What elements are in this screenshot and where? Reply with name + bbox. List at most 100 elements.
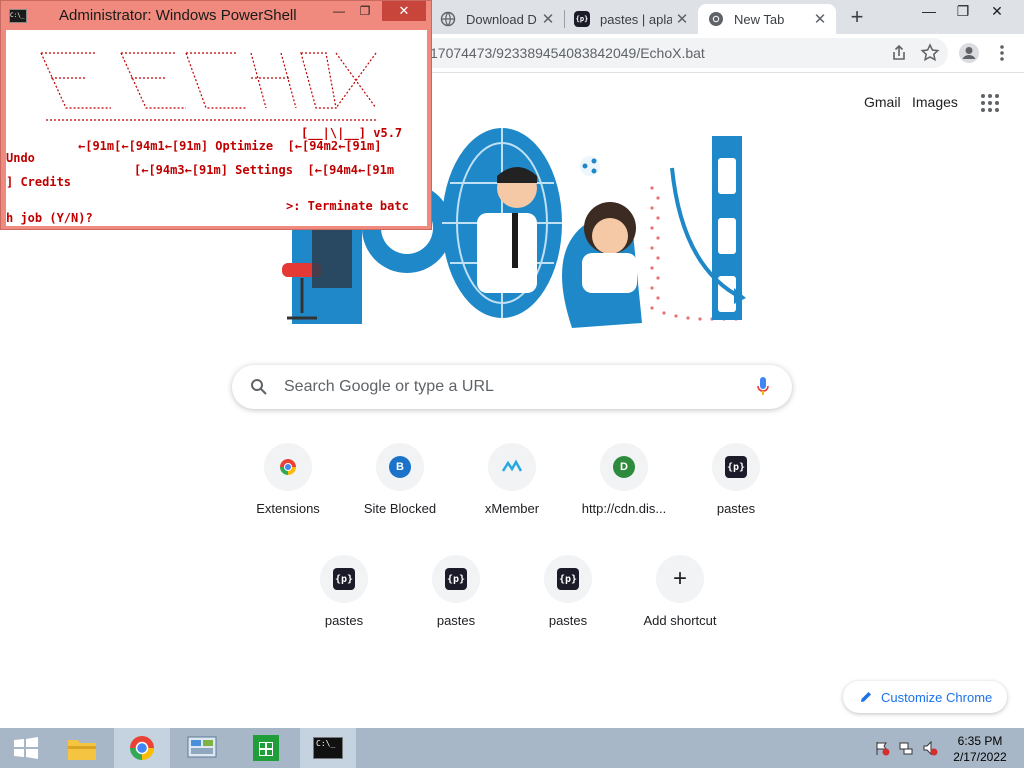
- shortcut-icon-bg: {p}: [320, 555, 368, 603]
- console-line: h job (Y/N)?: [6, 211, 93, 225]
- gmail-link[interactable]: Gmail: [864, 94, 901, 110]
- ps-maximize-button[interactable]: ❐: [352, 1, 378, 21]
- tab-pastes[interactable]: {p} pastes | aplas ✕: [564, 4, 698, 34]
- search-box[interactable]: Search Google or type a URL: [232, 365, 792, 409]
- shortcut-pastes[interactable]: {p} pastes: [400, 555, 512, 667]
- tab-download[interactable]: Download D ✕: [430, 4, 564, 34]
- volume-muted-icon[interactable]: [922, 740, 938, 756]
- control-panel-icon: [187, 736, 217, 758]
- xmember-icon: [501, 459, 523, 472]
- shortcut-xmember[interactable]: xMember: [456, 443, 568, 555]
- shortcut-icon-bg: [264, 443, 312, 491]
- shortcut-pastes[interactable]: {p} pastes: [512, 555, 624, 667]
- ps-minimize-button[interactable]: —: [326, 1, 352, 21]
- letter-d-icon: D: [613, 456, 635, 478]
- tab-new-tab[interactable]: New Tab ✕: [698, 4, 836, 34]
- powershell-icon: C:\_: [9, 9, 27, 23]
- action-center-flag-icon[interactable]: [874, 740, 890, 756]
- taskbar: C:\_ 6:35 PM 2/17/2022: [0, 728, 1024, 768]
- clock-date[interactable]: 2/17/2022: [940, 750, 1020, 764]
- chrome-icon: [709, 12, 723, 26]
- tab-title: New Tab: [734, 11, 785, 27]
- console-line: >: Terminate batc: [286, 199, 409, 213]
- pastes-icon: {p}: [574, 11, 590, 27]
- windows-logo-icon: [14, 737, 38, 759]
- shortcut-pastes[interactable]: {p} pastes: [288, 555, 400, 667]
- powershell-window[interactable]: C:\_ Administrator: Windows PowerShell —…: [0, 0, 432, 230]
- pastes-icon: {p}: [725, 456, 747, 478]
- chrome-taskbar-button[interactable]: [114, 728, 170, 768]
- tab-title: pastes | aplas: [600, 11, 672, 27]
- store-button[interactable]: [238, 728, 294, 768]
- start-button[interactable]: [0, 728, 52, 768]
- pencil-icon: [861, 692, 871, 702]
- profile-icon[interactable]: [958, 42, 980, 64]
- close-tab-icon[interactable]: ✕: [672, 10, 692, 28]
- console-area[interactable]: [__|\|__] v5.7 ←[91m[←[94m1←[91m] Optimi…: [6, 30, 427, 226]
- shortcut-label: pastes: [324, 613, 364, 628]
- powershell-taskbar-button[interactable]: C:\_: [300, 728, 356, 768]
- url-text[interactable]: 17074473/923389454083842049/EchoX.bat: [430, 45, 705, 61]
- customize-label: Customize Chrome: [881, 689, 993, 705]
- shortcut-icon-bg: +: [656, 555, 704, 603]
- letter-b-icon: B: [389, 456, 411, 478]
- shortcut-icon-bg: {p}: [432, 555, 480, 603]
- console-line: Undo: [6, 151, 35, 165]
- search-icon: [251, 379, 267, 395]
- shortcut-site-blocked[interactable]: B Site Blocked: [344, 443, 456, 555]
- globe-icon: [440, 11, 456, 27]
- pastes-icon: {p}: [445, 568, 467, 590]
- console-line: ←[91m[←[94m1←[91m] Optimize [←[94m2←[91m…: [78, 139, 382, 153]
- cmd-icon: C:\_: [313, 737, 343, 759]
- version-label: [__|\|__] v5.7: [301, 126, 403, 140]
- tab-title: Download D: [466, 11, 537, 27]
- pastes-icon: {p}: [557, 568, 579, 590]
- console-line: ] Credits: [6, 175, 72, 189]
- powershell-title: Administrator: Windows PowerShell: [59, 7, 297, 24]
- chrome-menu-icon[interactable]: [991, 42, 1013, 64]
- shortcut-label: pastes: [716, 501, 756, 516]
- maximize-button[interactable]: ❐: [946, 0, 980, 24]
- customize-chrome-button[interactable]: Customize Chrome: [843, 681, 1007, 713]
- shortcut-label: pastes: [548, 613, 588, 628]
- control-panel-button[interactable]: [174, 728, 230, 768]
- shortcut-icon-bg: {p}: [544, 555, 592, 603]
- new-tab-button[interactable]: +: [845, 6, 869, 30]
- chrome-icon: [280, 459, 296, 475]
- share-icon[interactable]: [888, 42, 910, 64]
- clock-time[interactable]: 6:35 PM: [940, 734, 1020, 748]
- console-line: [←[94m3←[91m] Settings [←[94m4←[91m: [134, 163, 395, 177]
- shortcut-icon-bg: D: [600, 443, 648, 491]
- shortcut-label: pastes: [436, 613, 476, 628]
- search-input[interactable]: Search Google or type a URL: [284, 378, 494, 396]
- minimize-button[interactable]: —: [912, 0, 946, 24]
- store-icon: [253, 735, 279, 761]
- shortcut-cdn[interactable]: D http://cdn.dis...: [568, 443, 680, 555]
- shortcut-label: http://cdn.dis...: [581, 501, 667, 516]
- echox-ascii-banner: [40, 52, 377, 121]
- folder-icon: [68, 740, 96, 760]
- shortcut-label: Add shortcut: [643, 613, 717, 628]
- shortcut-label: Site Blocked: [363, 501, 437, 516]
- close-button[interactable]: ✕: [980, 0, 1014, 24]
- plus-icon: +: [672, 565, 687, 592]
- chrome-icon: [130, 736, 154, 760]
- network-icon[interactable]: [898, 740, 914, 756]
- images-link[interactable]: Images: [912, 94, 958, 110]
- shortcut-icon-bg: B: [376, 443, 424, 491]
- shortcut-pastes[interactable]: {p} pastes: [680, 443, 792, 555]
- shortcut-label: xMember: [484, 501, 540, 516]
- shortcut-extensions[interactable]: Extensions: [232, 443, 344, 555]
- close-tab-icon[interactable]: ✕: [810, 10, 830, 28]
- bookmark-star-icon[interactable]: [919, 42, 941, 64]
- microphone-icon[interactable]: [756, 376, 770, 398]
- shortcut-icon-bg: [488, 443, 536, 491]
- shortcut-icon-bg: {p}: [712, 443, 760, 491]
- shortcut-label: Extensions: [256, 501, 320, 516]
- close-tab-icon[interactable]: ✕: [538, 10, 558, 28]
- file-explorer-button[interactable]: [54, 728, 110, 768]
- add-shortcut-button[interactable]: + Add shortcut: [624, 555, 736, 667]
- ps-close-button[interactable]: ✕: [382, 1, 426, 21]
- pastes-icon: {p}: [333, 568, 355, 590]
- google-apps-icon[interactable]: [981, 94, 999, 112]
